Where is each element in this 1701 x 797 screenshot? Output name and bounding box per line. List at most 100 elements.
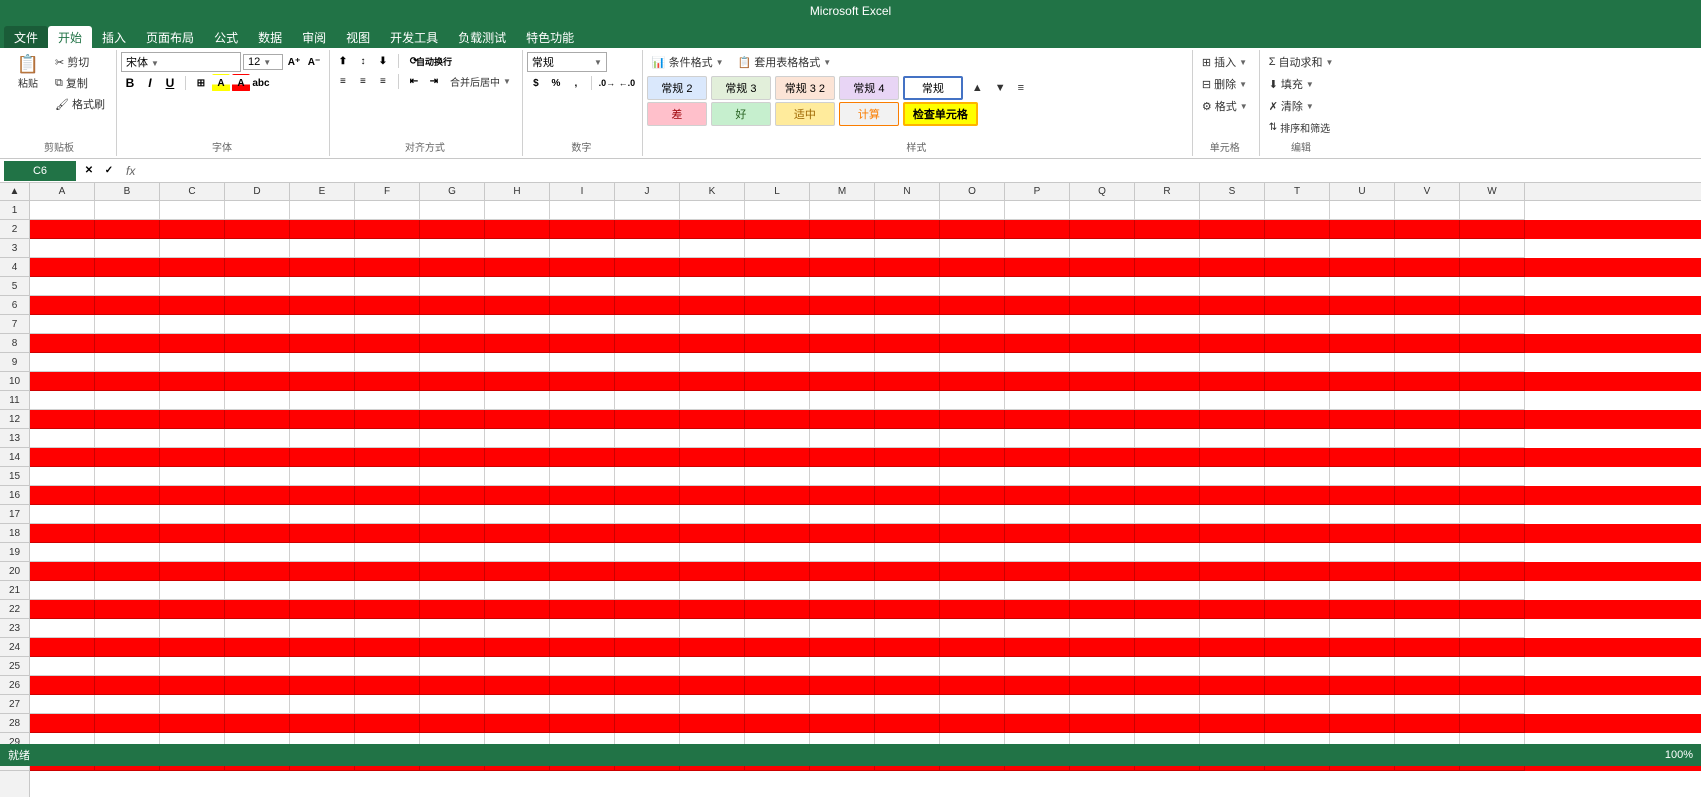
cell-E5[interactable]: [290, 277, 355, 296]
cell-S28[interactable]: [1200, 714, 1265, 733]
cell-B23[interactable]: [95, 619, 160, 638]
cell-J12[interactable]: [615, 410, 680, 429]
cell-Q26[interactable]: [1070, 676, 1135, 695]
cell-U1[interactable]: [1330, 201, 1395, 220]
cell-M24[interactable]: [810, 638, 875, 657]
cell-L3[interactable]: [745, 239, 810, 258]
cell-E11[interactable]: [290, 391, 355, 410]
cell-Q21[interactable]: [1070, 581, 1135, 600]
cell-I3[interactable]: [550, 239, 615, 258]
cell-A26[interactable]: [30, 676, 95, 695]
cell-K19[interactable]: [680, 543, 745, 562]
cell-K27[interactable]: [680, 695, 745, 714]
cell-P20[interactable]: [1005, 562, 1070, 581]
cell-S19[interactable]: [1200, 543, 1265, 562]
cell-A27[interactable]: [30, 695, 95, 714]
cell-Q12[interactable]: [1070, 410, 1135, 429]
cell-M12[interactable]: [810, 410, 875, 429]
cell-T18[interactable]: [1265, 524, 1330, 543]
cell-F23[interactable]: [355, 619, 420, 638]
cell-E4[interactable]: [290, 258, 355, 277]
cell-F26[interactable]: [355, 676, 420, 695]
cell-T4[interactable]: [1265, 258, 1330, 277]
row-num-11[interactable]: 11: [0, 391, 29, 410]
cell-F18[interactable]: [355, 524, 420, 543]
cell-M5[interactable]: [810, 277, 875, 296]
cell-M27[interactable]: [810, 695, 875, 714]
cell-C12[interactable]: [160, 410, 225, 429]
cell-H10[interactable]: [485, 372, 550, 391]
style-medium[interactable]: 适中: [775, 102, 835, 126]
cell-A6[interactable]: [30, 296, 95, 315]
row-num-4[interactable]: 4: [0, 258, 29, 277]
cell-B8[interactable]: [95, 334, 160, 353]
cell-L5[interactable]: [745, 277, 810, 296]
cell-I26[interactable]: [550, 676, 615, 695]
cell-S9[interactable]: [1200, 353, 1265, 372]
col-header-H[interactable]: H: [485, 183, 550, 200]
cell-G5[interactable]: [420, 277, 485, 296]
cell-H6[interactable]: [485, 296, 550, 315]
cell-A14[interactable]: [30, 448, 95, 467]
cell-E12[interactable]: [290, 410, 355, 429]
cell-R1[interactable]: [1135, 201, 1200, 220]
cell-I1[interactable]: [550, 201, 615, 220]
cell-T6[interactable]: [1265, 296, 1330, 315]
styles-expand-button[interactable]: ≡: [1013, 76, 1029, 100]
cell-R8[interactable]: [1135, 334, 1200, 353]
cell-S6[interactable]: [1200, 296, 1265, 315]
cell-C6[interactable]: [160, 296, 225, 315]
row-num-15[interactable]: 15: [0, 467, 29, 486]
cell-F27[interactable]: [355, 695, 420, 714]
cell-S10[interactable]: [1200, 372, 1265, 391]
cell-C18[interactable]: [160, 524, 225, 543]
cell-T25[interactable]: [1265, 657, 1330, 676]
cell-T8[interactable]: [1265, 334, 1330, 353]
cell-Q15[interactable]: [1070, 467, 1135, 486]
name-box[interactable]: [4, 161, 76, 181]
cell-F24[interactable]: [355, 638, 420, 657]
cell-C24[interactable]: [160, 638, 225, 657]
cell-K26[interactable]: [680, 676, 745, 695]
cell-W15[interactable]: [1460, 467, 1525, 486]
cell-G6[interactable]: [420, 296, 485, 315]
cell-P10[interactable]: [1005, 372, 1070, 391]
cell-V22[interactable]: [1395, 600, 1460, 619]
cell-R25[interactable]: [1135, 657, 1200, 676]
cell-D10[interactable]: [225, 372, 290, 391]
cell-V26[interactable]: [1395, 676, 1460, 695]
row-num-5[interactable]: 5: [0, 277, 29, 296]
row-num-17[interactable]: 17: [0, 505, 29, 524]
cell-N15[interactable]: [875, 467, 940, 486]
cell-K28[interactable]: [680, 714, 745, 733]
cell-C27[interactable]: [160, 695, 225, 714]
row-num-10[interactable]: 10: [0, 372, 29, 391]
cell-N25[interactable]: [875, 657, 940, 676]
cell-B18[interactable]: [95, 524, 160, 543]
cell-P11[interactable]: [1005, 391, 1070, 410]
cell-K9[interactable]: [680, 353, 745, 372]
cell-N22[interactable]: [875, 600, 940, 619]
cell-P19[interactable]: [1005, 543, 1070, 562]
cell-E6[interactable]: [290, 296, 355, 315]
conditional-format-button[interactable]: 📊 条件格式 ▼: [647, 52, 729, 72]
cell-J6[interactable]: [615, 296, 680, 315]
cell-N7[interactable]: [875, 315, 940, 334]
cell-S23[interactable]: [1200, 619, 1265, 638]
cell-L16[interactable]: [745, 486, 810, 505]
cell-C3[interactable]: [160, 239, 225, 258]
cell-M19[interactable]: [810, 543, 875, 562]
cell-L8[interactable]: [745, 334, 810, 353]
cell-S12[interactable]: [1200, 410, 1265, 429]
cell-R19[interactable]: [1135, 543, 1200, 562]
style-normal32[interactable]: 常规 3 2: [775, 76, 835, 100]
cell-V14[interactable]: [1395, 448, 1460, 467]
cell-R11[interactable]: [1135, 391, 1200, 410]
cell-K22[interactable]: [680, 600, 745, 619]
cell-K4[interactable]: [680, 258, 745, 277]
cell-N11[interactable]: [875, 391, 940, 410]
cell-M18[interactable]: [810, 524, 875, 543]
cell-O13[interactable]: [940, 429, 1005, 448]
cell-Q1[interactable]: [1070, 201, 1135, 220]
cell-G8[interactable]: [420, 334, 485, 353]
